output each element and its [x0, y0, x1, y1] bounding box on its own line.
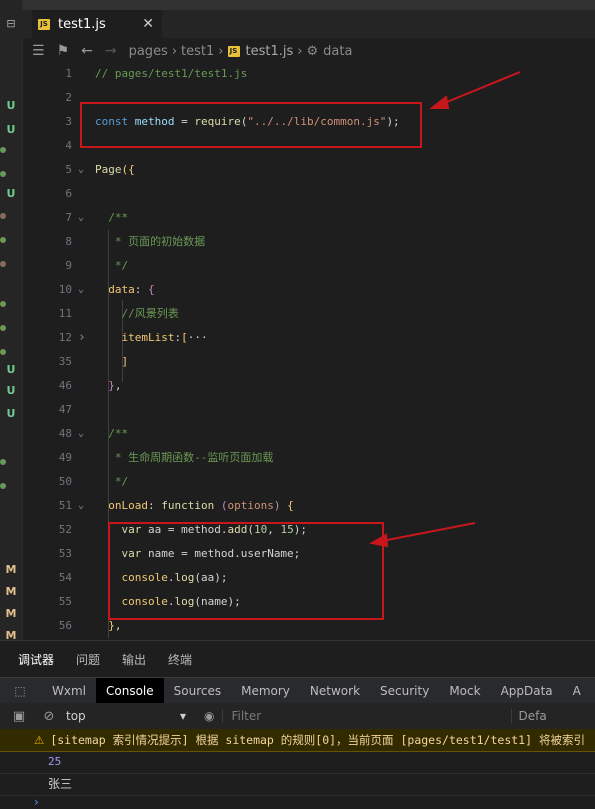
tab-more[interactable]: A — [563, 678, 591, 704]
eye-icon[interactable]: ◉ — [204, 709, 214, 723]
log-levels-select[interactable]: Defa — [511, 709, 547, 723]
arrowhead — [429, 95, 450, 109]
console-value: 张三 — [48, 777, 73, 791]
tab-sources[interactable]: Sources — [164, 678, 231, 704]
panel-tabs: 调试器 问题 输出 终端 — [0, 641, 595, 677]
tab-appdata[interactable]: AppData — [491, 678, 563, 704]
context-value: top — [66, 709, 86, 723]
chevron-down-icon: ▾ — [179, 709, 186, 723]
filter-input[interactable]: Filter — [222, 709, 511, 723]
tab-network[interactable]: Network — [300, 678, 370, 704]
tab-terminal[interactable]: 终端 — [168, 651, 192, 668]
console-toolbar: ▣ ⊘ top ▾ ◉ Filter Defa — [0, 703, 595, 730]
tab-memory[interactable]: Memory — [231, 678, 300, 704]
arrow-line — [441, 71, 521, 105]
tab-problems[interactable]: 问题 — [76, 651, 100, 668]
tab-security[interactable]: Security — [370, 678, 439, 704]
console-row: 25 — [0, 751, 595, 774]
clear-console-icon[interactable]: ⊘ — [38, 709, 60, 724]
sidebar-toggle-icon[interactable]: ▣ — [8, 709, 30, 724]
tab-wxml[interactable]: Wxml — [42, 678, 96, 704]
console-row: 张三 — [0, 773, 595, 796]
tab-console[interactable]: Console — [96, 678, 164, 704]
devtools-tabs: ⬚ Wxml Console Sources Memory Network Se… — [0, 677, 595, 705]
tab-output[interactable]: 输出 — [122, 651, 146, 668]
console-warning: ⚠ [sitemap 索引情况提示] 根据 sitemap 的规则[0]，当前页面… — [0, 729, 595, 752]
console-prompt-icon[interactable]: › — [34, 795, 39, 809]
console-value: 25 — [48, 755, 62, 768]
tab-mock[interactable]: Mock — [439, 678, 490, 704]
arrow-line — [381, 522, 476, 542]
bottom-panel: 调试器 问题 输出 终端 ⬚ Wxml Console Sources Memo… — [0, 640, 595, 809]
warning-text: [sitemap 索引情况提示] 根据 sitemap 的规则[0]，当前页面 … — [50, 733, 585, 747]
inspect-element-icon[interactable]: ⬚ — [8, 684, 32, 698]
warning-icon: ⚠ — [34, 733, 45, 747]
context-select[interactable]: top ▾ — [66, 709, 186, 723]
arrowhead — [369, 533, 389, 548]
tab-debugger[interactable]: 调试器 — [18, 651, 54, 668]
